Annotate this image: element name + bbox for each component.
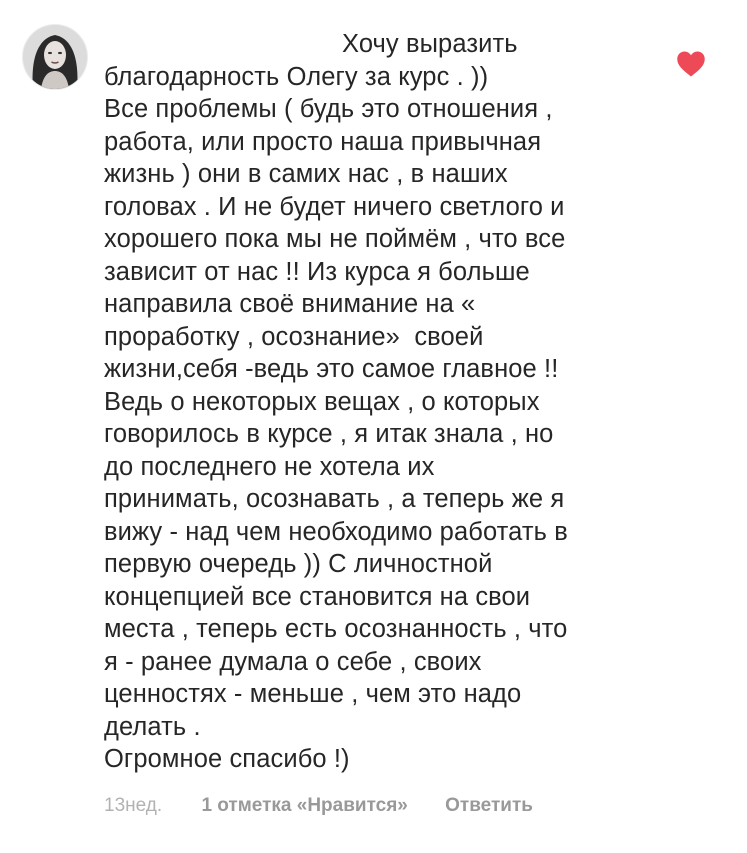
comment-time: 13нед. [104, 795, 163, 816]
heart-icon [677, 51, 705, 77]
comment-line: я - ранее думала о себе , своих [104, 647, 482, 676]
comment-line: говорилось в курсе , я итак знала , но [104, 420, 554, 448]
comment-line: Огромное спасибо !) [104, 745, 350, 773]
comment-line: Все проблемы ( будь это отношения , [104, 95, 553, 123]
comment-meta: 13нед. 1 отметка «Нравится» Ответить [104, 794, 533, 818]
comment-line: Ведь о некоторых вещах , о которых [104, 387, 540, 416]
like-button[interactable] [676, 50, 706, 78]
comment-line: ценностях - меньше , чем это надо [104, 680, 522, 708]
avatar-image [23, 25, 87, 89]
comment-line: делать . [104, 712, 201, 741]
comment-line: головах . И не будет ничего светлого и [104, 192, 565, 221]
reply-button[interactable]: Ответить [445, 794, 533, 818]
comment-line: первую очередь )) С личностной [104, 550, 493, 578]
comment-text: Хочу выразить благодарность Олегу за кур… [104, 28, 734, 776]
comment-line: направила своё внимание на « [104, 290, 476, 318]
comment-line: жизнь ) они в самих нас , в наших [104, 160, 508, 188]
comment-line: жизни,себя -ведь это самое главное !! [104, 355, 559, 383]
comment-line: Хочу выразить [342, 30, 518, 58]
comment-line: проработку , осознание» своей [104, 322, 484, 351]
comment-line: концепцией все становится на свои [104, 582, 531, 611]
comment-line: зависит от нас !! Из курса я больше [104, 257, 530, 286]
comment-line: места , теперь есть осознанность , что [104, 615, 568, 643]
comment-line: хорошего пока мы не поймём , что все [104, 225, 566, 253]
comment-line: до последнего не хотела их [104, 452, 435, 481]
comment: Хочу выразить благодарность Олегу за кур… [0, 0, 747, 853]
avatar[interactable] [22, 24, 88, 90]
comment-line: принимать, осознавать , а теперь же я [104, 485, 565, 513]
comment-line: работа, или просто наша привычная [104, 127, 542, 156]
comment-line: вижу - над чем необходимо работать в [104, 517, 568, 546]
comment-line: благодарность Олегу за курс . )) [104, 62, 489, 91]
likes-count-link[interactable]: 1 отметка «Нравится» [201, 794, 407, 818]
